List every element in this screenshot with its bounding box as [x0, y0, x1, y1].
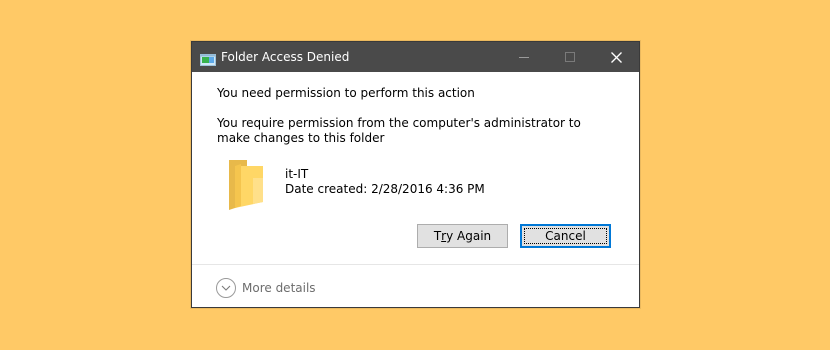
cancel-button[interactable]: Cancel	[520, 224, 611, 248]
secondary-message: You require permission from the computer…	[217, 116, 581, 145]
folder-name: it-IT	[285, 167, 309, 181]
minimize-button[interactable]	[501, 42, 547, 72]
primary-message: You need permission to perform this acti…	[217, 86, 475, 100]
window-title: Folder Access Denied	[221, 50, 350, 64]
minimize-icon	[519, 57, 529, 58]
maximize-button[interactable]	[547, 42, 593, 72]
more-details-label: More details	[242, 281, 316, 295]
folder-access-icon	[200, 51, 216, 66]
chevron-down-icon	[216, 278, 236, 298]
more-details-toggle[interactable]: More details	[216, 277, 316, 299]
title-bar[interactable]: Folder Access Denied	[192, 42, 639, 72]
folder-icon	[227, 156, 265, 212]
folder-access-denied-dialog: Folder Access Denied You need permission…	[191, 41, 640, 308]
close-icon	[610, 51, 622, 63]
try-again-suffix: y Again	[446, 229, 492, 243]
footer-divider	[192, 264, 639, 265]
focus-rectangle	[524, 228, 607, 244]
maximize-icon	[565, 52, 575, 62]
try-again-button[interactable]: Try Again	[417, 224, 508, 248]
try-again-prefix: T	[433, 229, 442, 243]
folder-date-created: Date created: 2/28/2016 4:36 PM	[285, 182, 485, 196]
close-button[interactable]	[593, 42, 639, 72]
